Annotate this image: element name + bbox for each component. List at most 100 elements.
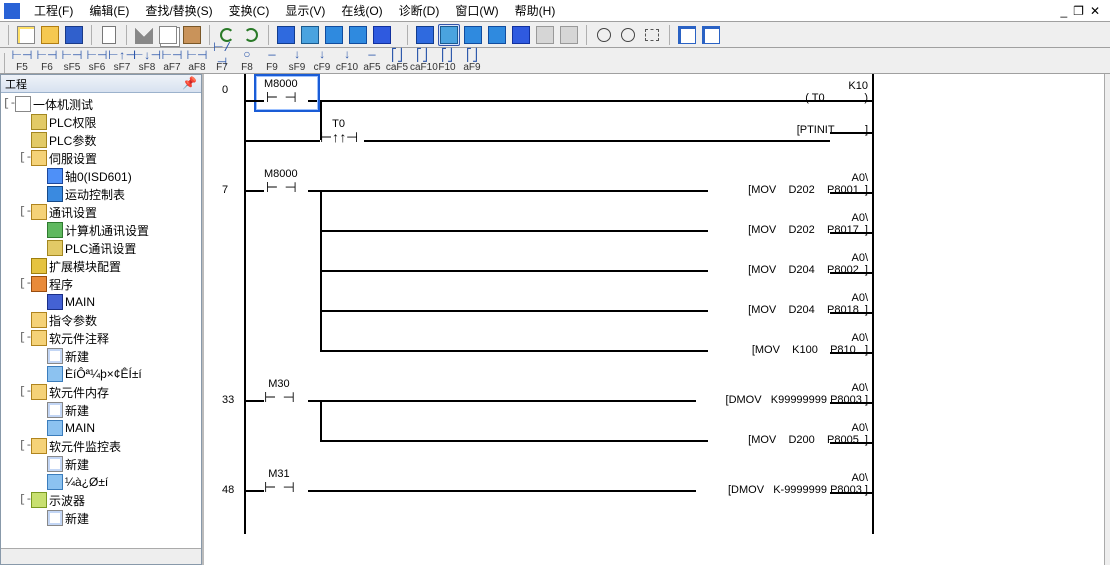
menu-2[interactable]: 查找/替换(S) [137,2,220,20]
tree-item-5[interactable]: 运动控制表 [3,185,199,203]
ladder-scroll[interactable]: 0 M8000 ⊢ ⊣K10( T0 ) T0 ⊢↑↑⊣[PTINIT ]7 M… [204,74,1104,565]
tree-item-17[interactable]: 新建 [3,401,199,419]
circle-a-button[interactable] [593,24,615,46]
fkey-label: aF7 [160,62,184,73]
gray-b-button[interactable] [558,24,580,46]
fkey-caF5[interactable]: ⎡⎦caF5 [385,48,409,73]
tree-item-16[interactable]: [-]软元件内存 [3,383,199,401]
tree-item-18[interactable]: MAIN [3,419,199,437]
fkey-caF10[interactable]: ⎡⎦caF10 [410,48,434,73]
schematic-b-button[interactable] [700,24,722,46]
menu-7[interactable]: 窗口(W) [447,2,506,20]
fkey-aF8[interactable]: ⊢⊣aF8 [185,48,209,73]
upload-button[interactable] [299,24,321,46]
tree-item-22[interactable]: [-]示波器 [3,491,199,509]
menu-1[interactable]: 编辑(E) [81,2,137,20]
fkey-sF7[interactable]: ⊢↑⊣sF7 [110,48,134,73]
fkey-aF7[interactable]: ⊢⊣aF7 [160,48,184,73]
tree-item-9[interactable]: 扩展模块配置 [3,257,199,275]
menu-0[interactable]: 工程(F) [26,2,81,20]
tree-item-13[interactable]: [-]软元件注释 [3,329,199,347]
tree-item-0[interactable]: [-]一体机测试 [3,95,199,113]
tree-item-8[interactable]: PLC通讯设置 [3,239,199,257]
fkey-cF9[interactable]: ↓cF9 [310,48,334,73]
fkey-aF9[interactable]: ⎡⎦aF9 [460,48,484,73]
tree-item-7[interactable]: 计算机通讯设置 [3,221,199,239]
contact-M30[interactable]: M30 ⊢ ⊣ [264,378,294,407]
tree-expander[interactable]: [-] [19,278,31,290]
tree-item-19[interactable]: [-]软元件监控表 [3,437,199,455]
mode-c-button[interactable] [510,24,532,46]
tree-item-20[interactable]: 新建 [3,455,199,473]
monitor-button[interactable] [371,24,393,46]
gray-a-button[interactable] [534,24,556,46]
tree-item-10[interactable]: [-]程序 [3,275,199,293]
contact-M8000[interactable]: M8000 ⊢ ⊣ [264,168,298,197]
fkey-F5[interactable]: ⊢⊣F5 [10,48,34,73]
open-button[interactable] [39,24,61,46]
contact-T0[interactable]: T0 ⊢↑↑⊣ [320,118,357,147]
fkey-F6[interactable]: ⊢⊣F6 [35,48,59,73]
fkey-F7[interactable]: ⊢/⊣F7 [210,48,234,73]
verify-button[interactable] [323,24,345,46]
tree-item-15[interactable]: ÈíÔª¼þ×¢ÊÍ±í [3,365,199,383]
download-button[interactable] [275,24,297,46]
fkey-sF5[interactable]: ⊢⊣sF5 [60,48,84,73]
menu-4[interactable]: 显示(V) [277,2,333,20]
tree-item-14[interactable]: 新建 [3,347,199,365]
circle-b-button[interactable] [617,24,639,46]
menu-8[interactable]: 帮助(H) [507,2,564,20]
ladder-edit-button[interactable] [414,24,436,46]
menu-6[interactable]: 诊断(D) [391,2,448,20]
tree-expander[interactable]: [-] [19,440,31,452]
fkey-aF5[interactable]: —aF5 [360,48,384,73]
contact-M31[interactable]: M31 ⊢ ⊣ [264,468,294,497]
coil-1[interactable]: [PTINIT ] [797,124,868,136]
minimize-button[interactable]: _ [1060,4,1067,18]
cut-button[interactable] [133,24,155,46]
tree-item-4[interactable]: 轴0(ISD601) [3,167,199,185]
monitor-all-button[interactable] [347,24,369,46]
tree-item-2[interactable]: PLC参数 [3,131,199,149]
pin-icon[interactable]: 📌 [182,76,197,90]
page-button[interactable] [98,24,120,46]
tree-expander[interactable]: [-] [19,206,31,218]
tree-expander[interactable]: [-] [19,494,31,506]
mode-b-button[interactable] [486,24,508,46]
tree-expander[interactable]: [-] [3,98,15,110]
save-button[interactable] [63,24,85,46]
menu-5[interactable]: 在线(O) [333,2,390,20]
tree-expander[interactable]: [-] [19,332,31,344]
coil-annotation: A0\ [748,212,868,224]
restore-button[interactable]: ❐ [1073,4,1084,18]
copy-button[interactable] [157,24,179,46]
close-button[interactable]: ✕ [1090,4,1100,18]
mode-a-button[interactable] [462,24,484,46]
schematic-a-button[interactable] [676,24,698,46]
tree-hscroll[interactable] [1,548,201,564]
paste-button[interactable] [181,24,203,46]
tree-item-21[interactable]: ¼à¿Ø±í [3,473,199,491]
tree-item-6[interactable]: [-]通讯设置 [3,203,199,221]
ladder-monitor-button[interactable] [438,24,460,46]
project-tree[interactable]: [-]一体机测试PLC权限PLC参数[-]伺服设置轴0(ISD601)运动控制表… [1,93,201,548]
fkey-cF10[interactable]: ↓cF10 [335,48,359,73]
redo-button[interactable] [240,24,262,46]
fkey-F8[interactable]: ○F8 [235,48,259,73]
fkey-F10[interactable]: ⎡⎦F10 [435,48,459,73]
tree-item-1[interactable]: PLC权限 [3,113,199,131]
fkey-F9[interactable]: —F9 [260,48,284,73]
tree-expander[interactable]: [-] [19,386,31,398]
menu-3[interactable]: 变换(C) [221,2,278,20]
new-button[interactable] [15,24,37,46]
ladder-vscroll[interactable] [1104,74,1110,565]
tree-item-3[interactable]: [-]伺服设置 [3,149,199,167]
tree-item-23[interactable]: 新建 [3,509,199,527]
tree-item-12[interactable]: 指令参数 [3,311,199,329]
fkey-sF6[interactable]: ⊢⊣sF6 [85,48,109,73]
tree-expander[interactable]: [-] [19,152,31,164]
dashed-button[interactable] [641,24,663,46]
fkey-sF9[interactable]: ↓sF9 [285,48,309,73]
tree-item-11[interactable]: MAIN [3,293,199,311]
fkey-sF8[interactable]: ⊢↓⊣sF8 [135,48,159,73]
